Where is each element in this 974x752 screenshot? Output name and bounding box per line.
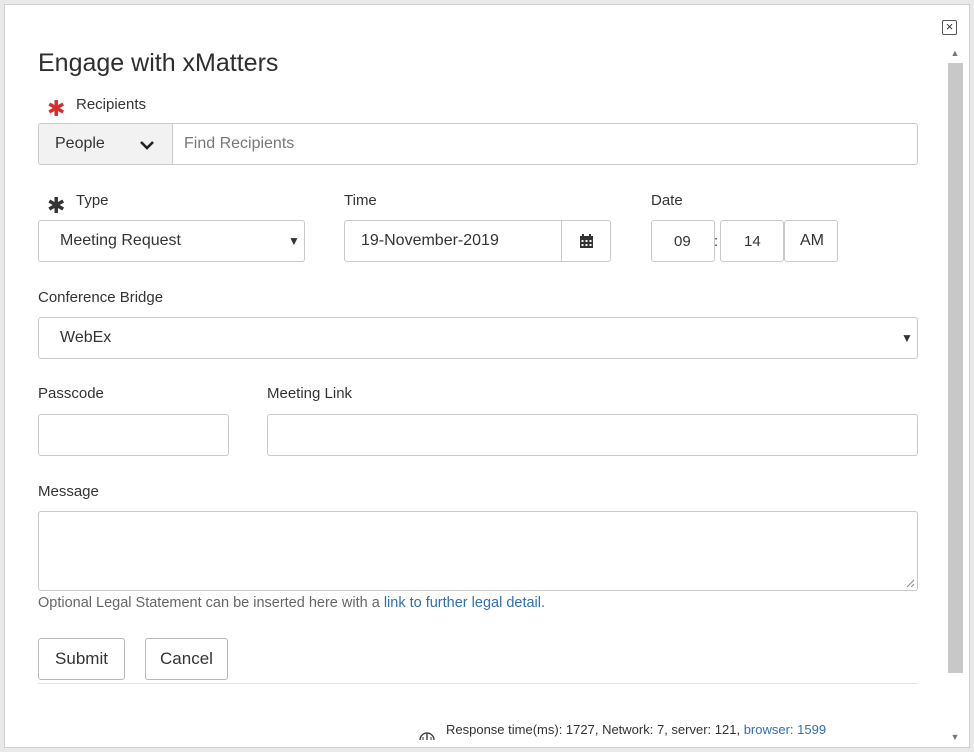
select-caret-icon: ▼ <box>901 331 913 345</box>
calendar-button[interactable] <box>561 220 611 262</box>
hour-value: 09 <box>674 233 691 250</box>
type-select-value: Meeting Request <box>60 232 181 249</box>
recipient-type-value: People <box>55 135 105 152</box>
ampm-toggle[interactable]: AM <box>784 220 838 262</box>
passcode-label: Passcode <box>38 385 104 402</box>
conference-bridge-label: Conference Bridge <box>38 289 164 306</box>
legal-statement: Optional Legal Statement can be inserted… <box>38 595 545 611</box>
time-separator: : <box>714 233 719 250</box>
cancel-button[interactable]: Cancel <box>145 638 228 680</box>
meeting-link-input[interactable] <box>267 414 918 456</box>
scrollbar[interactable]: ▲ ▼ <box>947 45 963 745</box>
time-label: Time <box>344 192 377 209</box>
recipient-type-dropdown[interactable]: People <box>39 124 173 164</box>
response-time-text: Response time(ms): 1727, Network: 7, ser… <box>446 722 744 737</box>
passcode-input[interactable] <box>38 414 229 456</box>
date-input[interactable]: 19-November-2019 <box>344 220 562 262</box>
dialog-title: Engage with xMatters <box>38 49 279 77</box>
type-select[interactable]: Meeting Request ▼ <box>38 220 305 262</box>
date-input-value: 19-November-2019 <box>361 232 499 249</box>
legal-detail-link[interactable]: link to further legal detail. <box>384 595 545 611</box>
conference-bridge-select[interactable]: WebEx ▼ <box>38 317 918 359</box>
response-time-status: Response time(ms): 1727, Network: 7, ser… <box>446 722 826 737</box>
minute-input[interactable]: 14 <box>720 220 784 262</box>
footer-divider <box>38 683 918 684</box>
date-label: Date <box>651 192 683 209</box>
calendar-icon <box>580 234 593 248</box>
minute-value: 14 <box>744 233 761 250</box>
ampm-value: AM <box>800 232 824 249</box>
select-caret-icon: ▼ <box>288 234 300 248</box>
hour-input[interactable]: 09 <box>651 220 715 262</box>
recipients-field: People Find Recipients <box>38 123 918 165</box>
meeting-link-label: Meeting Link <box>267 385 353 402</box>
message-label: Message <box>38 483 99 500</box>
message-textarea[interactable] <box>38 511 918 591</box>
resize-handle-icon[interactable] <box>905 578 915 588</box>
scroll-thumb[interactable] <box>948 63 963 673</box>
recipients-label: Recipients <box>76 96 147 113</box>
legal-statement-text: Optional Legal Statement can be inserted… <box>38 595 384 611</box>
type-label: Type <box>76 192 109 209</box>
gauge-icon <box>419 732 435 741</box>
conference-bridge-value: WebEx <box>60 329 112 346</box>
submit-button[interactable]: Submit <box>38 638 125 680</box>
find-recipients-input[interactable]: Find Recipients <box>184 135 294 153</box>
browser-time-link[interactable]: browser: 1599 <box>744 722 826 737</box>
chevron-down-icon <box>140 141 154 150</box>
scroll-down-icon[interactable]: ▼ <box>947 729 963 745</box>
close-icon[interactable]: × <box>942 20 957 35</box>
engage-dialog: × ▲ ▼ Engage with xMatters ✱ Recipients … <box>4 4 970 748</box>
required-asterisk-icon: ✱ <box>47 193 66 218</box>
required-asterisk-icon: ✱ <box>47 96 66 121</box>
scroll-up-icon[interactable]: ▲ <box>947 45 963 61</box>
